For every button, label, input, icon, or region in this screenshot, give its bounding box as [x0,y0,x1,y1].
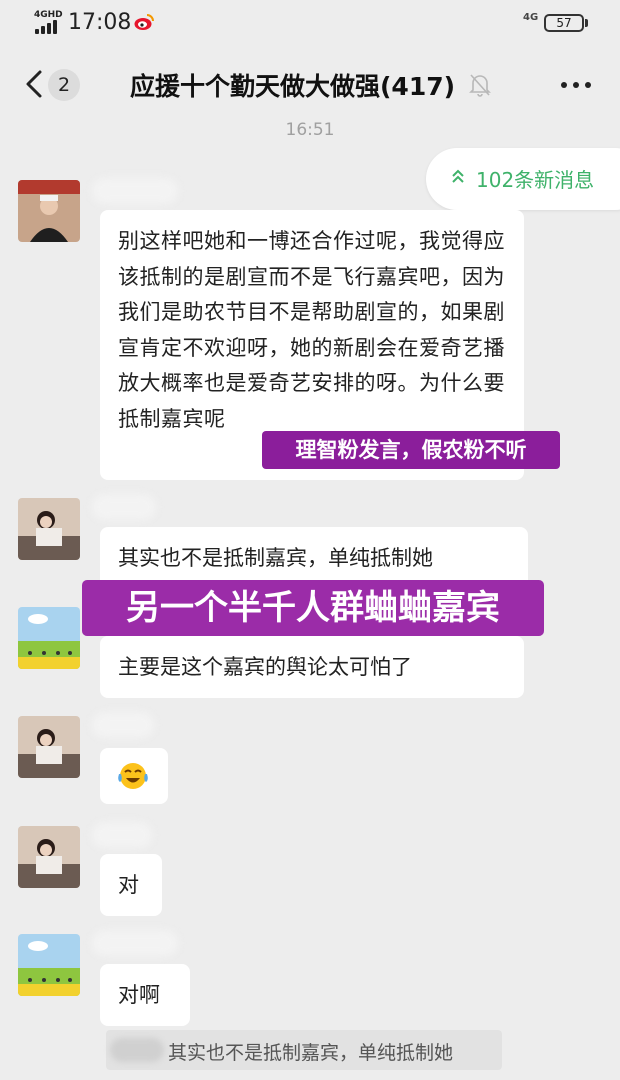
clock: 17:08 [68,10,132,35]
quoted-message[interactable]: 其实也不是抵制嘉宾，单纯抵制她 [106,1030,502,1070]
crying-laughing-emoji-icon [118,763,148,789]
sender-name-blurred [92,178,178,204]
message-bubble[interactable] [100,748,168,804]
message-text: 其实也不是抵制嘉宾，单纯抵制她 [118,546,433,570]
message-bubble[interactable]: 对 [100,854,162,916]
message-bubble[interactable]: 对啊 [100,964,190,1026]
network-type-label: 4G [523,12,539,23]
sender-name-blurred [92,494,156,520]
group-title: 应援十个勤天做大做强(417) [130,72,456,101]
quoted-message-text: 其实也不是抵制嘉宾，单纯抵制她 [168,1042,454,1064]
battery-tip [585,19,588,27]
weibo-icon [134,14,154,30]
sender-name-blurred [92,930,178,956]
double-chevron-up-icon [452,169,464,183]
more-options-icon[interactable] [560,74,592,96]
message-timestamp: 16:51 [285,120,335,140]
highlight-annotation: 理智粉发言，假农粉不听 [262,431,560,469]
avatar[interactable] [18,607,80,669]
avatar[interactable] [18,498,80,560]
sender-name-blurred [92,822,152,848]
quoted-sender-blurred [110,1038,164,1062]
unread-count-badge[interactable]: 2 [48,69,80,101]
muted-bell-icon [469,74,491,97]
battery-icon: 57 [544,14,584,32]
signal-strength-icon [35,20,63,34]
highlight-annotation: 另一个半千人群蛐蛐嘉宾 [82,580,544,636]
avatar[interactable] [18,934,80,996]
avatar[interactable] [18,180,80,242]
status-bar: 4GHD 17:08 4G 57 [0,0,620,46]
message-bubble[interactable]: 主要是这个嘉宾的舆论太可怕了 [100,636,524,698]
sender-name-blurred [92,712,154,738]
signal-type-label: 4GHD [34,10,63,20]
message-text: 对 [118,873,139,897]
new-messages-label: 102条新消息 [476,168,595,192]
new-messages-button[interactable]: 102条新消息 [426,148,620,210]
message-text: 主要是这个嘉宾的舆论太可怕了 [118,655,412,679]
message-text: 对啊 [118,983,160,1007]
message-text: 别这样吧她和一博还合作过呢，我觉得应该抵制的是剧宣而不是飞行嘉宾吧，因为我们是助… [118,229,505,431]
avatar[interactable] [18,716,80,778]
battery-level: 57 [556,16,572,30]
avatar[interactable] [18,826,80,888]
